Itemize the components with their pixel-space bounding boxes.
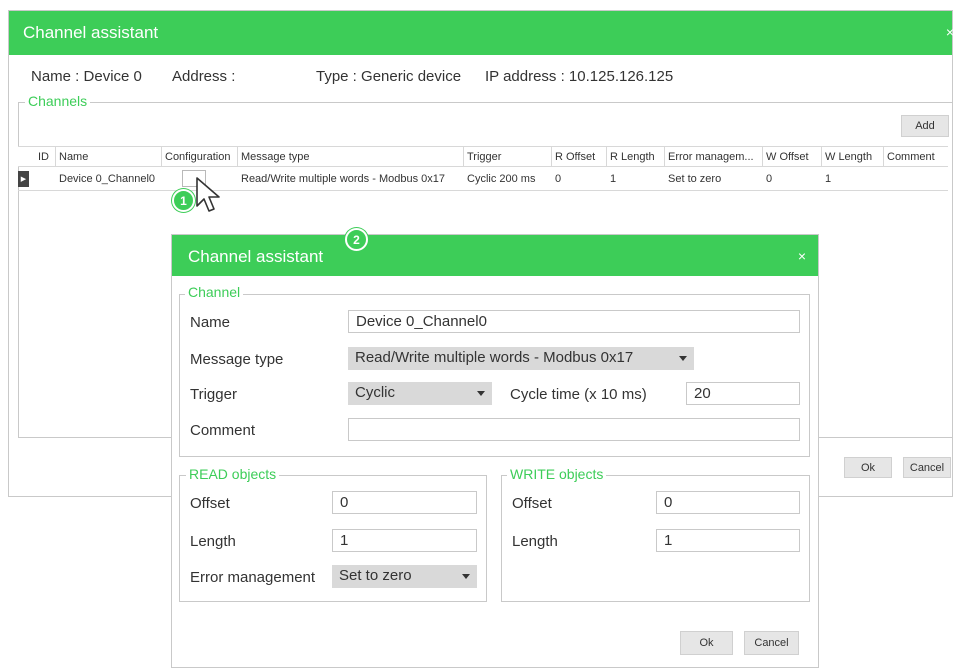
write-offset-label: Offset [512,495,552,512]
row-w-offset: 0 [766,172,773,185]
close-icon[interactable]: × [946,24,953,40]
column-header-r-length[interactable]: R Length [607,147,665,166]
callout-badge-2: 2 [345,228,368,251]
message-type-value: Read/Write multiple words - Modbus 0x17 [355,349,634,366]
chevron-down-icon [679,356,687,361]
error-management-label: Error management [190,569,316,586]
channels-legend: Channels [25,93,91,109]
screen: Channel assistant × Name : Device 0 Addr… [0,0,953,668]
column-header-w-length[interactable]: W Length [822,147,884,166]
write-length-label: Length [512,533,558,550]
device-name-text: Name : Device 0 [31,68,142,85]
trigger-label: Trigger [190,386,237,403]
name-label: Name [190,314,231,331]
cancel-button[interactable]: Cancel [903,457,951,478]
row-w-length: 1 [825,172,832,185]
read-objects-legend: READ objects [186,466,280,482]
close-icon[interactable]: × [798,248,806,264]
message-type-select[interactable]: Read/Write multiple words - Modbus 0x17 [348,347,694,370]
name-field[interactable]: Device 0_Channel0 [348,310,800,333]
message-type-label: Message type [190,351,284,368]
column-header-name[interactable]: Name [56,147,162,166]
write-objects-legend: WRITE objects [507,466,607,482]
row-comment [884,167,948,190]
column-header-configuration[interactable]: Configuration [162,147,238,166]
dialog-ok-button[interactable]: Ok [680,631,733,655]
error-management-select[interactable]: Set to zero [332,565,477,588]
column-header-w-offset[interactable]: W Offset [763,147,822,166]
window-titlebar: Channel assistant [9,11,952,55]
write-length-field[interactable]: 1 [656,529,800,552]
row-r-offset: 0 [555,172,562,185]
table-row[interactable]: ▶ Device 0_Channel0 Read/Write multiple … [18,167,948,191]
write-offset-field[interactable]: 0 [656,491,800,514]
column-header-id[interactable]: ID [18,147,56,166]
read-offset-label: Offset [190,495,230,512]
read-offset-field[interactable]: 0 [332,491,477,514]
column-header-r-offset[interactable]: R Offset [552,147,607,166]
row-r-length: 1 [610,172,617,185]
address-text: Address : [172,68,236,85]
row-message-type: Read/Write multiple words - Modbus 0x17 [241,172,445,185]
comment-label: Comment [190,422,256,439]
row-selector-icon[interactable]: ▶ [18,171,29,187]
callout-badge-1: 1 [172,189,195,212]
trigger-select[interactable]: Cyclic [348,382,492,405]
grid-header-row: ID Name Configuration Message type Trigg… [18,147,948,167]
channel-legend: Channel [185,284,244,300]
dialog-cancel-button[interactable]: Cancel [744,631,799,655]
ok-button[interactable]: Ok [844,457,892,478]
channel-assistant-dialog: Channel assistant × Channel Name Device … [171,234,819,668]
ip-address-text: IP address : 10.125.126.125 [485,68,674,85]
window-title: Channel assistant [23,23,159,42]
device-type-text: Type : Generic device [316,68,462,85]
mouse-pointer-icon [196,177,220,212]
cycle-time-field[interactable]: 20 [686,382,800,405]
read-length-field[interactable]: 1 [332,529,477,552]
comment-field[interactable] [348,418,800,441]
row-error-management: Set to zero [668,172,722,185]
dialog-title: Channel assistant [188,247,324,266]
column-header-trigger[interactable]: Trigger [464,147,552,166]
error-management-value: Set to zero [339,567,412,584]
cycle-time-label: Cycle time (x 10 ms) [510,386,647,403]
chevron-down-icon [462,574,470,579]
column-header-error-management[interactable]: Error managem... [665,147,763,166]
column-header-message-type[interactable]: Message type [238,147,464,166]
row-trigger: Cyclic 200 ms [467,172,536,185]
chevron-down-icon [477,391,485,396]
read-length-label: Length [190,533,236,550]
channels-grid: ID Name Configuration Message type Trigg… [18,146,948,191]
add-button[interactable]: Add [901,115,949,137]
trigger-value: Cyclic [355,384,395,401]
column-header-comment[interactable]: Comment [884,147,948,166]
row-name: Device 0_Channel0 [59,172,156,185]
dialog-titlebar: Channel assistant [172,235,818,276]
